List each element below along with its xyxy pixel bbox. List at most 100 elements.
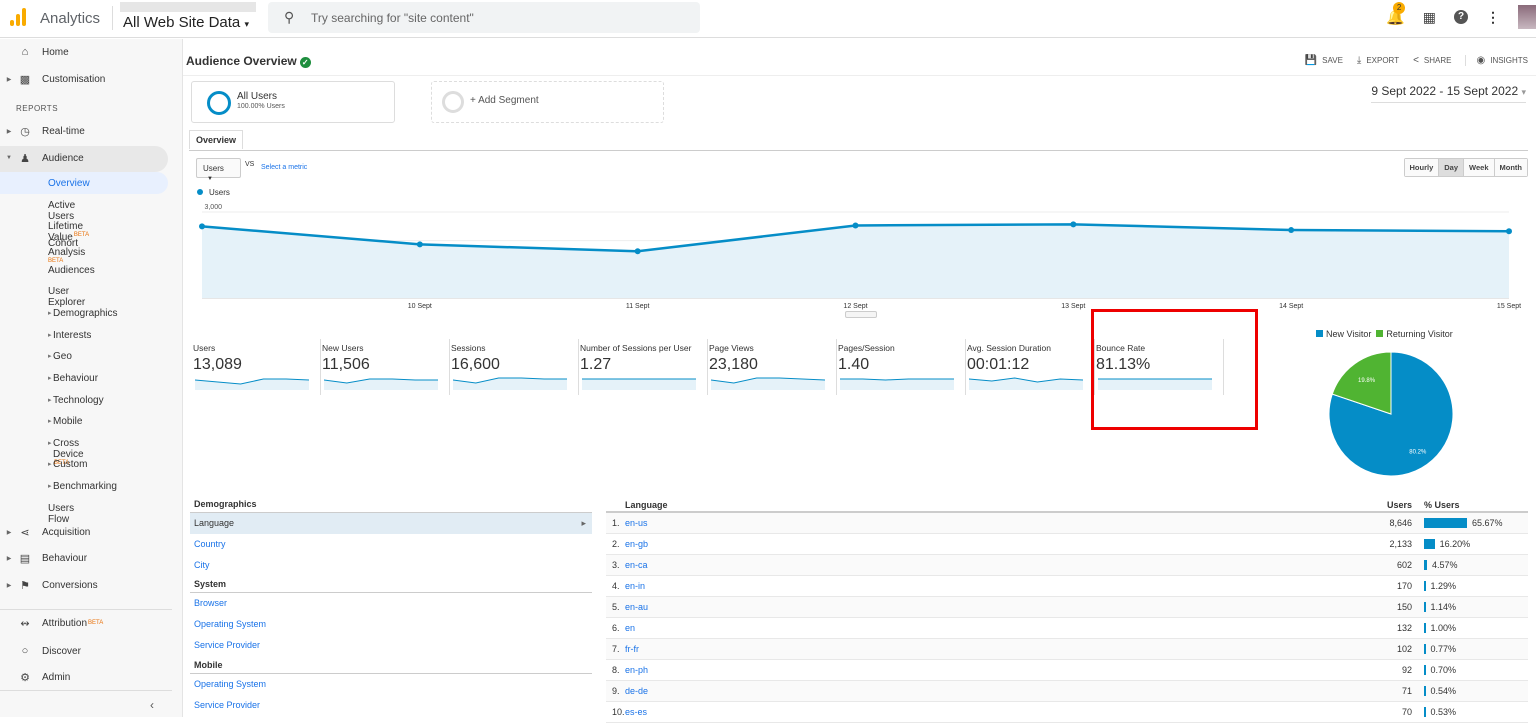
- language-link[interactable]: en-us: [625, 518, 648, 528]
- hourly-button[interactable]: Hourly: [1404, 159, 1439, 176]
- sidebar-item-discover[interactable]: ○ Discover: [0, 639, 168, 663]
- sidebar-item-customisation[interactable]: ▶ ▩ Customisation: [0, 67, 168, 91]
- pct-bar: [1424, 581, 1426, 591]
- sidebar-sub-user-explorer[interactable]: User Explorer: [48, 286, 85, 308]
- label: Discover: [42, 645, 81, 657]
- scorecard[interactable]: Avg. Session Duration 00:01:12: [967, 339, 1095, 395]
- sidebar-sub-behaviour[interactable]: Behaviour: [48, 373, 98, 384]
- save-button[interactable]: 💾 SAVE: [1305, 55, 1343, 66]
- property-selector[interactable]: All Web Site Data ▾: [123, 14, 249, 31]
- language-link[interactable]: en-in: [625, 581, 645, 591]
- sidebar-item-realtime[interactable]: ▶ ◷ Real-time: [0, 119, 168, 143]
- data-point[interactable]: [1070, 221, 1077, 228]
- scorecard[interactable]: Pages/Session 1.40: [838, 339, 966, 395]
- language-link[interactable]: en: [625, 623, 635, 633]
- dimension-link[interactable]: Language: [190, 513, 592, 534]
- data-point[interactable]: [416, 241, 423, 248]
- dimension-link[interactable]: Country: [190, 534, 592, 555]
- language-link[interactable]: en-au: [625, 602, 648, 612]
- sidebar-sub-custom[interactable]: Custom: [48, 459, 88, 470]
- scorecard[interactable]: Sessions 16,600: [451, 339, 579, 395]
- scorecard[interactable]: Users 13,089: [193, 339, 321, 395]
- help-icon[interactable]: ?: [1454, 10, 1468, 24]
- divider: [183, 75, 1536, 76]
- sparkline: [453, 377, 567, 390]
- dimension-link[interactable]: Service Provider: [190, 635, 592, 656]
- scorecard[interactable]: Page Views 23,180: [709, 339, 837, 395]
- language-link[interactable]: en-gb: [625, 539, 648, 549]
- sidebar-item-acquisition[interactable]: ▶ ⋖ Acquisition: [0, 520, 168, 544]
- sidebar-item-admin[interactable]: ⚙ Admin: [0, 665, 168, 689]
- label: Cross Device: [53, 438, 84, 460]
- more-vert-icon[interactable]: ⋮: [1486, 9, 1500, 26]
- language-link[interactable]: es-es: [625, 707, 647, 717]
- search-icon: ⚲: [284, 9, 295, 25]
- sidebar-sub-geo[interactable]: Geo: [48, 351, 72, 362]
- dimension-link[interactable]: City: [190, 555, 592, 576]
- account-name-blurred: [120, 2, 256, 12]
- x-tick-label: 15 Sept: [1497, 303, 1521, 310]
- dimension-link[interactable]: Operating System: [190, 614, 592, 635]
- caret-down-icon: ▼: [207, 176, 213, 182]
- scorecard[interactable]: New Users 11,506: [322, 339, 450, 395]
- sidebar-sub-mobile[interactable]: Mobile: [48, 416, 83, 427]
- label: + Add Segment: [470, 95, 539, 106]
- metric-selector[interactable]: Users ▼: [196, 158, 241, 182]
- select-metric-link[interactable]: Select a metric: [261, 164, 307, 171]
- share-button[interactable]: < SHARE: [1413, 55, 1451, 66]
- header-users: Users: [1386, 500, 1412, 510]
- insights-button[interactable]: ◉ INSIGHTS: [1465, 55, 1528, 66]
- sidebar-sub-technology[interactable]: Technology: [48, 395, 104, 406]
- data-point[interactable]: [1506, 228, 1512, 235]
- sidebar-sub-overview[interactable]: Overview: [48, 178, 90, 189]
- sidebar-item-conversions[interactable]: ▶ ⚑ Conversions: [0, 573, 168, 597]
- sidebar-sub-demographics[interactable]: Demographics: [48, 308, 118, 319]
- month-button[interactable]: Month: [1493, 159, 1527, 176]
- dashboard-icon: ▩: [19, 73, 31, 86]
- label: Home: [42, 46, 69, 58]
- label: Users: [203, 164, 224, 173]
- sidebar-item-home[interactable]: ⌂ Home: [0, 40, 168, 64]
- sidebar-item-attribution[interactable]: ↭ Attribution BETA: [0, 611, 168, 635]
- language-link[interactable]: de-de: [625, 686, 648, 696]
- chart-resize-handle[interactable]: [845, 311, 877, 318]
- language-link[interactable]: fr-fr: [625, 644, 639, 654]
- label: SAVE: [1322, 56, 1343, 65]
- data-point[interactable]: [634, 248, 641, 255]
- data-point[interactable]: [852, 222, 859, 229]
- language-link[interactable]: en-ph: [625, 665, 648, 675]
- add-segment-button[interactable]: + Add Segment: [431, 81, 664, 123]
- vs-label: VS: [245, 161, 255, 168]
- apps-grid-icon[interactable]: ▦: [1423, 9, 1436, 26]
- sidebar-item-audience[interactable]: ▼ ♟ Audience: [0, 146, 168, 170]
- search-input[interactable]: ⚲ Try searching for "site content": [268, 2, 700, 33]
- data-point[interactable]: [1288, 227, 1295, 234]
- sidebar-sub-interests[interactable]: Interests: [48, 330, 91, 341]
- segment-all-users[interactable]: All Users 100.00% Users: [191, 81, 395, 123]
- granularity-toggle: Hourly Day Week Month: [1403, 158, 1528, 177]
- segment-pct: 100.00% Users: [237, 103, 285, 110]
- sidebar-sub-audiences[interactable]: Audiences: [48, 265, 95, 276]
- dimension-link[interactable]: Browser: [190, 593, 592, 614]
- sidebar-item-behaviour[interactable]: ▶ ▤ Behaviour: [0, 546, 168, 570]
- scorecard[interactable]: Number of Sessions per User 1.27: [580, 339, 708, 395]
- table-row: 2. en-gb 2,133 16.20%: [606, 534, 1528, 555]
- dimension-link[interactable]: Operating System: [190, 674, 592, 695]
- day-button[interactable]: Day: [1438, 159, 1464, 176]
- sidebar-sub-cohort-analysis[interactable]: Cohort Analysis BETA: [48, 239, 85, 266]
- sidebar-sub-benchmarking[interactable]: Benchmarking: [48, 481, 117, 492]
- language-link[interactable]: en-ca: [625, 560, 648, 570]
- notifications-bell-icon[interactable]: 🔔 2: [1386, 2, 1406, 26]
- avatar[interactable]: [1518, 5, 1536, 29]
- dimension-link[interactable]: Service Provider: [190, 695, 592, 716]
- export-button[interactable]: ⤓ EXPORT: [1357, 55, 1399, 66]
- sidebar-sub-active-users[interactable]: Active Users: [48, 200, 75, 222]
- table-row: 8. en-ph 92 0.70%: [606, 660, 1528, 681]
- pct-bar: [1424, 518, 1467, 528]
- data-point[interactable]: [199, 223, 205, 230]
- title-text: Audience Overview: [186, 54, 297, 68]
- tab-overview[interactable]: Overview: [189, 130, 244, 149]
- date-range-picker[interactable]: 9 Sept 2022 - 15 Sept 2022 ▾: [1371, 84, 1526, 103]
- week-button[interactable]: Week: [1463, 159, 1494, 176]
- collapse-sidebar-icon[interactable]: ‹: [150, 698, 154, 712]
